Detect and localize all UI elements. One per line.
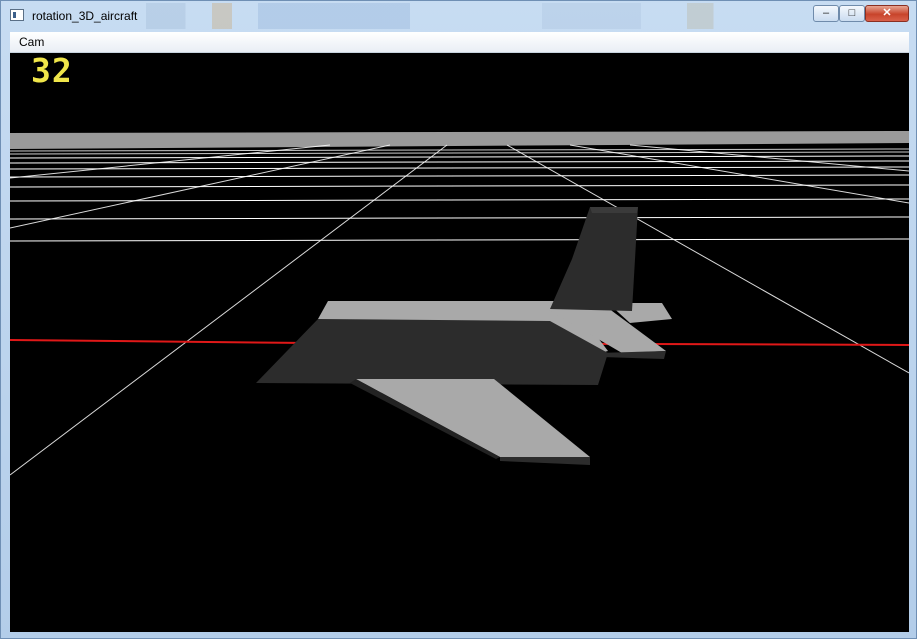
maximize-icon: □ <box>848 7 856 19</box>
app-window: rotation_3D_aircraft – □ ✕ Cam 32 <box>0 0 917 639</box>
scene-canvas <box>10 131 909 476</box>
fuselage-side <box>256 319 608 385</box>
vertical-tail-fin <box>550 207 638 311</box>
tail-underside <box>598 351 666 359</box>
minimize-button[interactable]: – <box>813 5 839 22</box>
horizon-band <box>10 131 909 149</box>
title-bar[interactable]: rotation_3D_aircraft – □ ✕ <box>1 1 916 31</box>
window-title: rotation_3D_aircraft <box>32 9 138 23</box>
close-button[interactable]: ✕ <box>865 5 909 22</box>
minimize-icon: – <box>822 7 830 19</box>
menu-item-cam[interactable]: Cam <box>19 35 44 49</box>
maximize-button[interactable]: □ <box>839 5 865 22</box>
close-icon: ✕ <box>882 7 892 19</box>
aircraft-model <box>256 207 672 465</box>
tail-fin-top <box>590 207 638 213</box>
3d-viewport[interactable]: 32 <box>10 53 909 632</box>
background-taskbar-reflection <box>146 3 806 29</box>
ground-grid-horizontal <box>10 148 909 242</box>
fps-counter: 32 <box>31 53 73 90</box>
menu-bar: Cam <box>10 32 909 53</box>
app-window-icon <box>10 9 24 21</box>
left-wing-edge <box>500 457 590 465</box>
